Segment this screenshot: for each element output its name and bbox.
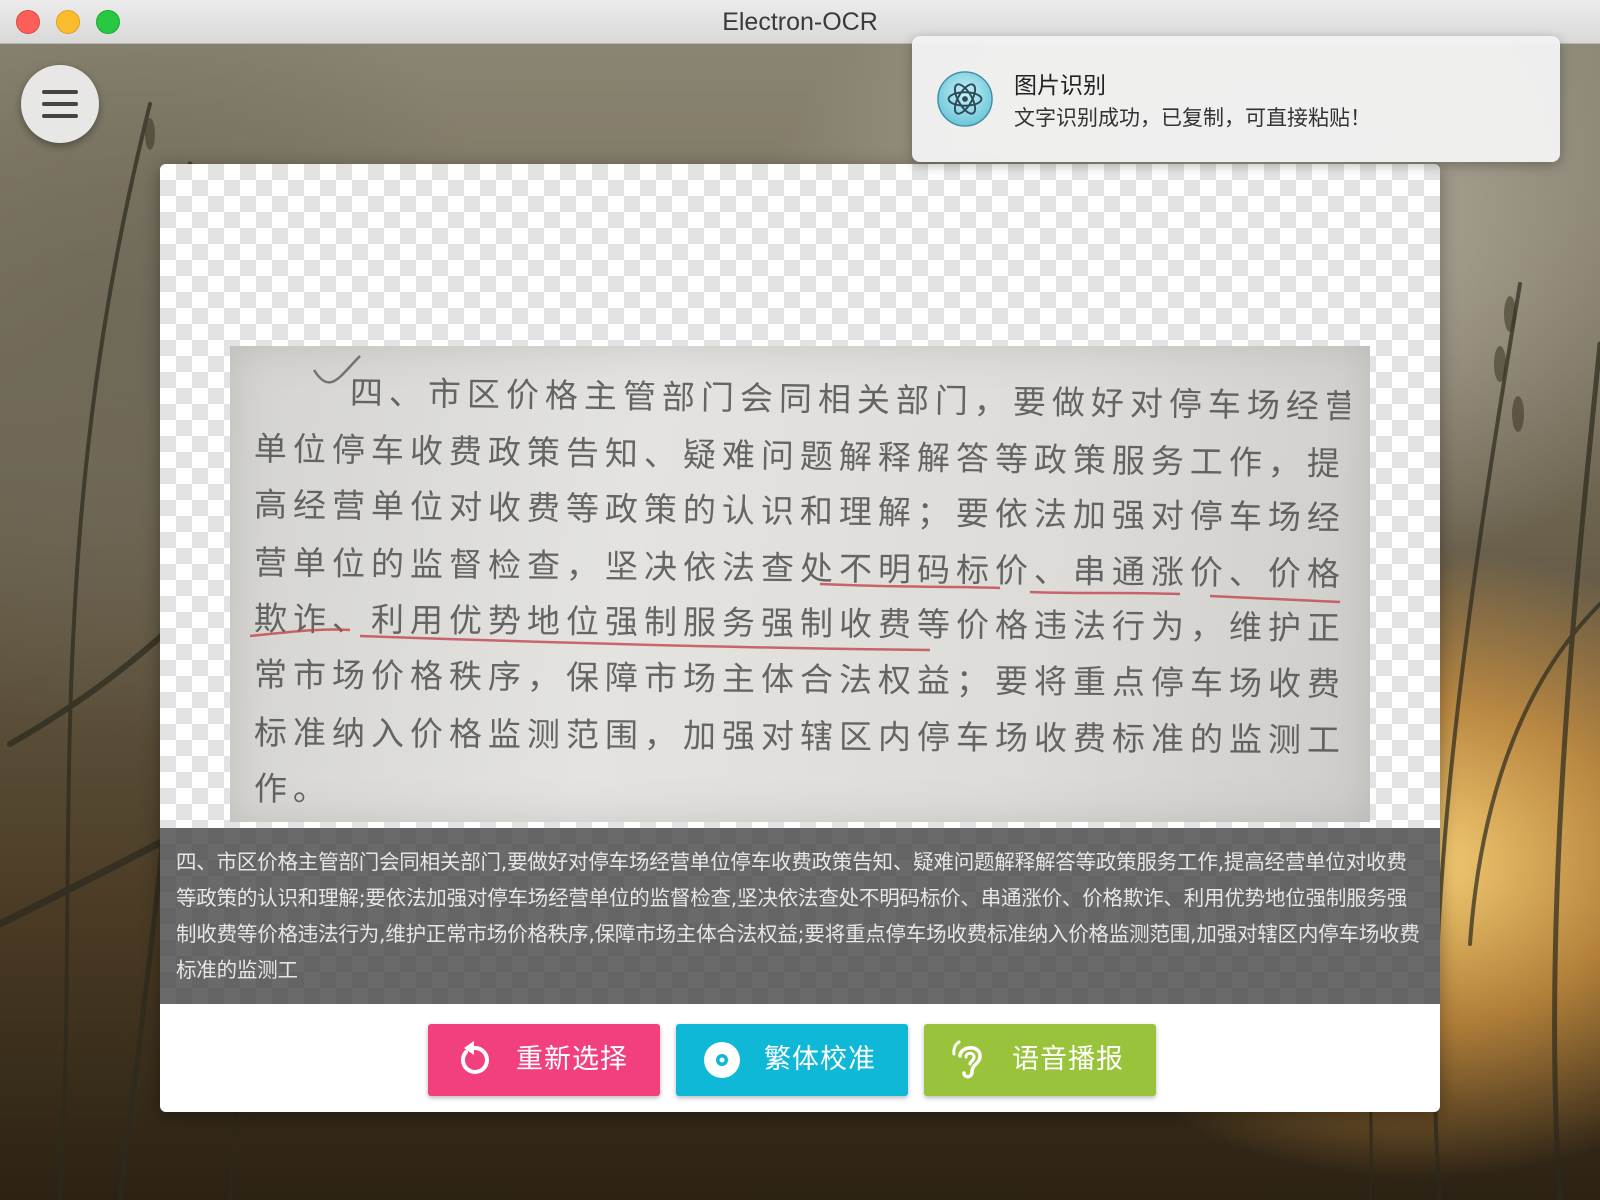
speech-playback-button-label: 语音播报: [1012, 1044, 1124, 1075]
electron-atom-icon: [937, 71, 993, 127]
notification-title: 图片识别: [1014, 73, 1106, 99]
traditional-calibrate-button[interactable]: 繁体校准: [676, 1024, 908, 1096]
hamburger-menu-icon: [42, 90, 78, 94]
hamburger-menu-icon: [42, 114, 78, 118]
red-underline-annotations: [249, 355, 1341, 652]
hamburger-menu-button[interactable]: [21, 65, 99, 143]
disc-icon: [704, 1042, 740, 1078]
traditional-calibrate-button-label: 繁体校准: [764, 1044, 876, 1075]
document-image: 四、市区价格主管部门会同相关部门，要做好对停车场经营 单位停车收费政策告知、疑难…: [230, 346, 1370, 822]
notification-toast[interactable]: 图片识别 文字识别成功，已复制，可直接粘贴！: [912, 36, 1560, 162]
reselect-button-label: 重新选择: [516, 1044, 628, 1075]
ocr-result-text[interactable]: 四、市区价格主管部门会同相关部门,要做好对停车场经营单位停车收费政策告知、疑难问…: [160, 828, 1440, 1004]
ocr-panel: 四、市区价格主管部门会同相关部门，要做好对停车场经营 单位停车收费政策告知、疑难…: [160, 164, 1440, 1112]
image-preview-area: 四、市区价格主管部门会同相关部门，要做好对停车场经营 单位停车收费政策告知、疑难…: [160, 164, 1440, 828]
ear-icon: [952, 1040, 982, 1079]
notification-message: 文字识别成功，已复制，可直接粘贴！: [1014, 106, 1371, 130]
hamburger-menu-icon: [42, 102, 78, 106]
reselect-button[interactable]: 重新选择: [428, 1024, 660, 1096]
speech-playback-button[interactable]: 语音播报: [924, 1024, 1156, 1096]
refresh-icon: [460, 1041, 489, 1074]
